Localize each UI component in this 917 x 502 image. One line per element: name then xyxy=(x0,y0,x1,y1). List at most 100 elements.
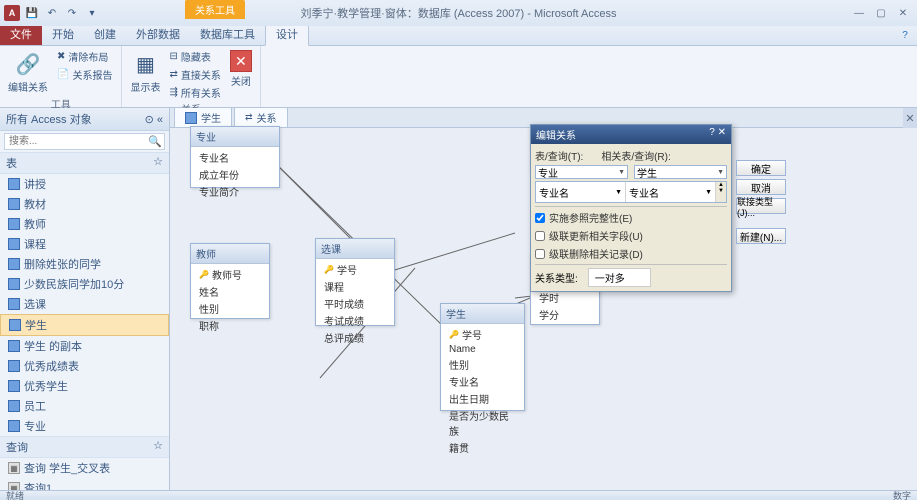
key-icon: 🔑 xyxy=(449,330,459,339)
doc-tab-student[interactable]: 学生 xyxy=(174,108,232,127)
undo-icon[interactable]: ↶ xyxy=(44,5,60,21)
status-text: 就绪 xyxy=(6,489,24,502)
ribbon-tabs: 文件 开始 创建 外部数据 数据库工具 设计 xyxy=(0,26,917,46)
nav-table-item[interactable]: 选课 xyxy=(0,294,169,314)
ribbon: 🔗 编辑关系 ✖清除布局 📄关系报告 工具 ▦ 显示表 ⊟隐藏表 ⇄直接关系 ⇶… xyxy=(0,46,917,108)
search-icon[interactable]: 🔍 xyxy=(145,135,165,148)
doc-close-icon[interactable]: ✕ xyxy=(903,108,917,128)
doc-tab-relations[interactable]: ⇄关系 xyxy=(234,108,288,127)
field-item[interactable]: 职称 xyxy=(191,317,269,334)
field-item[interactable]: 是否为少数民族 xyxy=(441,407,524,439)
label-reltype: 关系类型: xyxy=(535,270,578,285)
nav-search[interactable]: 🔍 xyxy=(4,133,165,150)
tab-create[interactable]: 创建 xyxy=(84,23,126,45)
clear-layout-button[interactable]: ✖清除布局 xyxy=(54,48,115,65)
ok-button[interactable]: 确定 xyxy=(736,160,786,176)
tab-dbtools[interactable]: 数据库工具 xyxy=(190,23,265,45)
show-table-icon: ▦ xyxy=(131,50,159,78)
check-referential-integrity[interactable]: 实施参照完整性(E) xyxy=(535,210,727,225)
reltype-value: 一对多 xyxy=(588,268,651,287)
field-item[interactable]: 考试成绩 xyxy=(316,312,394,329)
nav-table-item[interactable]: 少数民族同学加10分 xyxy=(0,274,169,294)
nav-group-tables[interactable]: 表☆ xyxy=(0,152,169,174)
table-box-xuanke[interactable]: 选课 🔑学号课程平时成绩考试成绩总评成绩 xyxy=(315,238,395,326)
combo-left-table[interactable]: 专业▼ xyxy=(535,165,628,179)
nav-header[interactable]: 所有 Access 对象 ⊙ « xyxy=(0,108,169,131)
field-item[interactable]: 性别 xyxy=(191,300,269,317)
nav-table-item[interactable]: 删除姓张的同学 xyxy=(0,254,169,274)
nav-table-item[interactable]: 优秀成绩表 xyxy=(0,356,169,376)
check-cascade-delete[interactable]: 级联删除相关记录(D) xyxy=(535,246,727,261)
nav-table-item[interactable]: 员工 xyxy=(0,396,169,416)
jointype-button[interactable]: 联接类型(J)... xyxy=(736,198,786,214)
tab-start[interactable]: 开始 xyxy=(42,23,84,45)
relationship-canvas[interactable]: 专业 专业名成立年份专业简介 教材 号社 教师 🔑教师号姓名性别职称 选课 🔑学… xyxy=(170,128,917,490)
field-item[interactable]: 成立年份 xyxy=(191,166,279,183)
search-input[interactable] xyxy=(5,134,145,149)
dialog-title: 编辑关系 xyxy=(536,127,576,142)
edit-relationships-icon: 🔗 xyxy=(14,50,42,78)
nav-table-item[interactable]: 教师 xyxy=(0,214,169,234)
field-item[interactable]: 课程 xyxy=(316,278,394,295)
app-icon[interactable]: A xyxy=(4,5,20,21)
redo-icon[interactable]: ↷ xyxy=(64,5,80,21)
nav-group-queries[interactable]: 查询☆ xyxy=(0,436,169,458)
restore-icon[interactable]: ▢ xyxy=(871,6,891,20)
minimize-icon[interactable]: — xyxy=(849,6,869,20)
nav-collapse-icon[interactable]: ⊙ xyxy=(145,114,154,126)
hide-table-button[interactable]: ⊟隐藏表 xyxy=(166,48,223,65)
edit-relationship-dialog: 编辑关系 ? ✕ 表/查询(T): 相关表/查询(R): 专业▼ 学生▼ 专业名… xyxy=(530,124,732,292)
document-area: 学生 ⇄关系 ✕ 专业 专业名成立年份专业简介 教材 号社 教师 xyxy=(170,108,917,490)
field-item[interactable]: 出生日期 xyxy=(441,390,524,407)
close-window-icon[interactable]: ✕ xyxy=(893,6,913,20)
save-icon[interactable]: 💾 xyxy=(24,5,40,21)
nav-table-item[interactable]: 课程 xyxy=(0,234,169,254)
field-mapping-grid[interactable]: 专业名▼ 专业名▼ ▲▼ xyxy=(535,181,727,203)
field-item[interactable]: Name xyxy=(441,343,524,356)
field-item[interactable]: 平时成绩 xyxy=(316,295,394,312)
field-item[interactable]: 专业名 xyxy=(441,373,524,390)
nav-table-item[interactable]: 专业 xyxy=(0,416,169,436)
edit-relationships-button[interactable]: 🔗 编辑关系 xyxy=(6,48,50,96)
close-button[interactable]: ✕ 关闭 xyxy=(228,48,254,90)
query-icon: ▦ xyxy=(8,462,20,474)
nav-table-item[interactable]: 学生 的副本 xyxy=(0,336,169,356)
field-item[interactable]: 🔑教师号 xyxy=(191,266,269,283)
nav-table-item[interactable]: 讲授 xyxy=(0,174,169,194)
nav-table-item[interactable]: 教材 xyxy=(0,194,169,214)
nav-query-item[interactable]: ▦查询1 xyxy=(0,478,169,490)
direct-rel-button[interactable]: ⇄直接关系 xyxy=(166,66,223,83)
dialog-close-icon[interactable]: ✕ xyxy=(718,127,726,138)
nav-table-item[interactable]: 学生 xyxy=(0,314,169,336)
chevron-down-icon[interactable]: « xyxy=(157,114,163,126)
all-rel-button[interactable]: ⇶所有关系 xyxy=(166,84,223,101)
cancel-button[interactable]: 取消 xyxy=(736,179,786,195)
field-item[interactable]: 专业名 xyxy=(191,149,279,166)
relationship-report-button[interactable]: 📄关系报告 xyxy=(54,66,115,83)
field-item[interactable]: 籍贯 xyxy=(441,439,524,456)
check-cascade-update[interactable]: 级联更新相关字段(U) xyxy=(535,228,727,243)
field-item[interactable]: 🔑学号 xyxy=(441,326,524,343)
table-box-zhuanye[interactable]: 专业 专业名成立年份专业简介 xyxy=(190,126,280,188)
combo-right-table[interactable]: 学生▼ xyxy=(634,165,727,179)
field-item[interactable]: 专业简介 xyxy=(191,183,279,200)
nav-table-item[interactable]: 优秀学生 xyxy=(0,376,169,396)
field-item[interactable]: 性别 xyxy=(441,356,524,373)
field-item[interactable]: 总评成绩 xyxy=(316,329,394,346)
help-icon[interactable]: ? xyxy=(895,28,915,42)
table-box-jiaoshi[interactable]: 教师 🔑教师号姓名性别职称 xyxy=(190,243,270,319)
table-box-xuesheng[interactable]: 学生 🔑学号Name性别专业名出生日期是否为少数民族籍贯 xyxy=(440,303,525,411)
nav-query-item[interactable]: ▦查询 学生_交叉表 xyxy=(0,458,169,478)
qat-dropdown-icon[interactable]: ▾ xyxy=(84,5,100,21)
field-item[interactable]: 学分 xyxy=(531,306,599,323)
tab-file[interactable]: 文件 xyxy=(0,23,42,45)
close-icon: ✕ xyxy=(230,50,252,72)
tab-extdata[interactable]: 外部数据 xyxy=(126,23,190,45)
table-icon xyxy=(8,340,20,352)
show-table-button[interactable]: ▦ 显示表 xyxy=(128,48,162,96)
new-button[interactable]: 新建(N)... xyxy=(736,228,786,244)
dialog-help-icon[interactable]: ? xyxy=(709,127,715,138)
field-item[interactable]: 🔑学号 xyxy=(316,261,394,278)
label-table-right: 相关表/查询(R): xyxy=(601,148,670,163)
field-item[interactable]: 姓名 xyxy=(191,283,269,300)
